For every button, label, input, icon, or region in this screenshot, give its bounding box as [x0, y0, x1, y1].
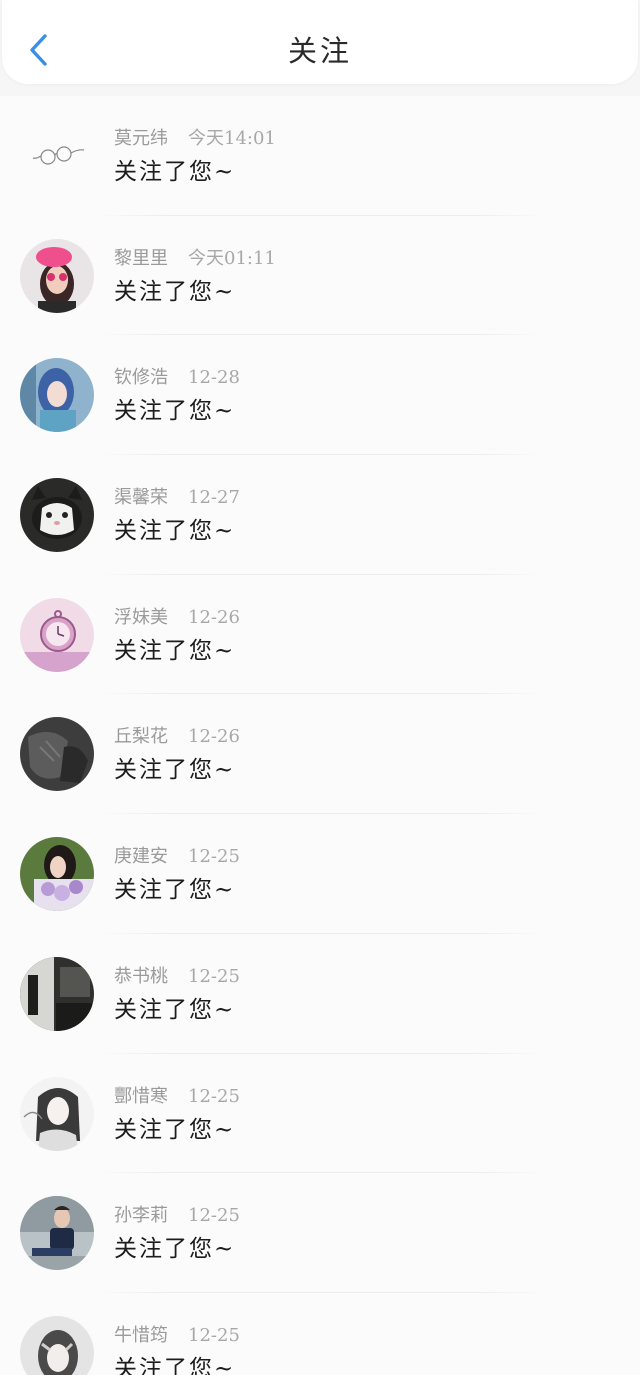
- follow-message: 关注了您~: [114, 637, 236, 664]
- timestamp: 12-25: [188, 1324, 240, 1346]
- list-item[interactable]: 恭书桃 12-25 关注了您~: [0, 934, 640, 1054]
- avatar[interactable]: [20, 597, 94, 672]
- avatar[interactable]: [20, 1315, 94, 1375]
- list-item[interactable]: 酆惜寒 12-25 关注了您~: [0, 1054, 640, 1174]
- avatar[interactable]: [20, 1076, 94, 1151]
- user-name[interactable]: 酆惜寒: [114, 1086, 168, 1107]
- list-item[interactable]: 黎里里 今天01:11 关注了您~: [0, 216, 640, 336]
- list-item[interactable]: 浮妹美 12-26 关注了您~: [0, 575, 640, 695]
- top-nav-bar: 关注: [2, 0, 638, 84]
- list-item[interactable]: 牛惜筠 12-25 关注了您~: [0, 1293, 640, 1375]
- avatar[interactable]: [20, 238, 94, 313]
- timestamp: 12-26: [188, 606, 240, 628]
- list-item[interactable]: 孙李莉 12-25 关注了您~: [0, 1173, 640, 1293]
- timestamp: 今天01:11: [188, 247, 276, 269]
- timestamp: 今天14:01: [188, 128, 276, 149]
- user-name[interactable]: 丘梨花: [114, 726, 168, 747]
- avatar[interactable]: [20, 956, 94, 1031]
- user-name[interactable]: 钦修浩: [114, 367, 168, 388]
- timestamp: 12-27: [188, 487, 240, 509]
- user-name[interactable]: 恭书桃: [114, 966, 168, 987]
- list-item[interactable]: 庚建安 12-25 关注了您~: [0, 814, 640, 934]
- timestamp: 12-25: [188, 846, 240, 868]
- list-item[interactable]: 钦修浩 12-28 关注了您~: [0, 335, 640, 456]
- follow-message: 关注了您~: [114, 159, 236, 185]
- follow-message: 关注了您~: [114, 1116, 236, 1143]
- page-title: 关注: [287, 34, 352, 68]
- user-name[interactable]: 庚建安: [114, 846, 168, 867]
- user-name[interactable]: 牛惜筠: [114, 1325, 168, 1346]
- avatar: [20, 119, 94, 193]
- timestamp: 12-26: [188, 726, 240, 748]
- list-item[interactable]: 丘梨花 12-26 关注了您~: [0, 694, 640, 815]
- timestamp: 12-25: [188, 1085, 240, 1107]
- follow-message: 关注了您~: [114, 518, 236, 545]
- timestamp: 12-25: [188, 1205, 240, 1227]
- avatar[interactable]: [20, 478, 94, 553]
- follow-message: 关注了您~: [114, 1236, 236, 1263]
- follow-list: 莫元纬 今天14:01 关注了您~ 黎里里 今天01:11 关注了您~ 钦修浩 …: [0, 96, 640, 1375]
- follow-message: 关注了您~: [114, 398, 236, 425]
- avatar[interactable]: [20, 1196, 94, 1271]
- user-name[interactable]: 浮妹美: [114, 607, 168, 628]
- follow-message: 关注了您~: [114, 1355, 236, 1375]
- follow-message: 关注了您~: [114, 757, 236, 784]
- user-name[interactable]: 渠馨荣: [114, 487, 168, 508]
- avatar[interactable]: [20, 837, 94, 912]
- user-name[interactable]: 莫元纬: [114, 128, 168, 149]
- follow-message: 关注了您~: [114, 996, 236, 1023]
- follow-message: 关注了您~: [114, 877, 236, 904]
- list-item[interactable]: 莫元纬 今天14:01 关注了您~: [0, 96, 640, 216]
- list-item[interactable]: 渠馨荣 12-27 关注了您~: [0, 455, 640, 575]
- avatar[interactable]: [20, 717, 94, 792]
- user-name[interactable]: 孙李莉: [114, 1205, 168, 1226]
- timestamp: 12-28: [188, 367, 240, 389]
- follow-message: 关注了您~: [114, 278, 236, 305]
- timestamp: 12-25: [188, 965, 240, 987]
- user-name[interactable]: 黎里里: [114, 248, 168, 269]
- avatar[interactable]: [20, 358, 94, 433]
